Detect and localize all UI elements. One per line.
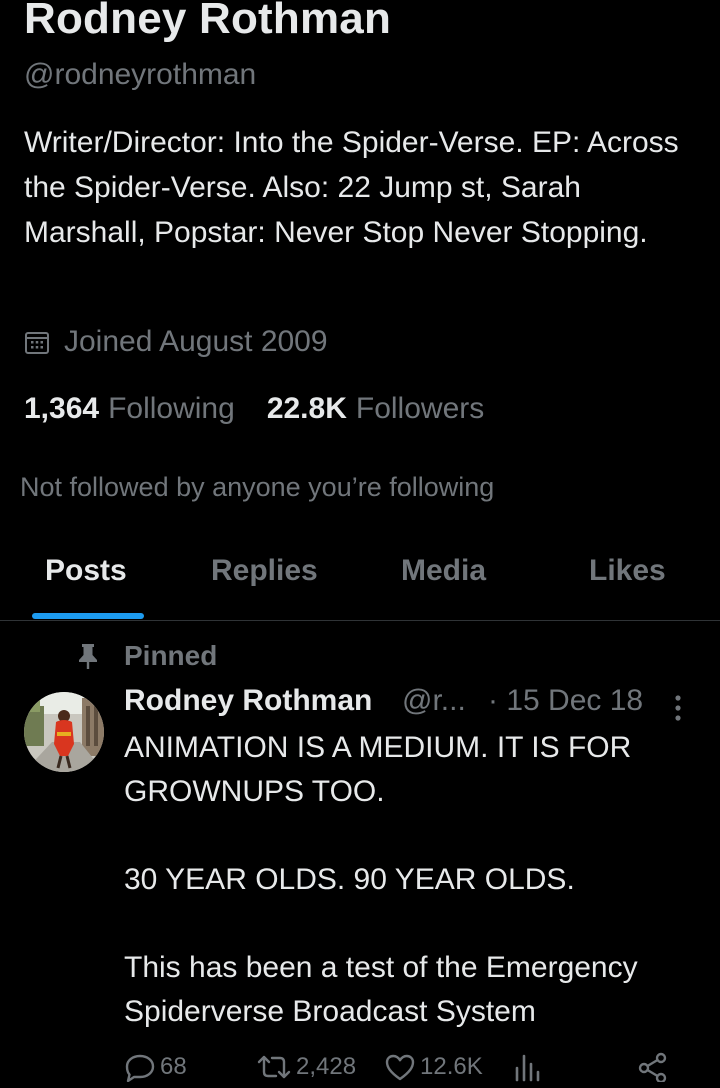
following-count: 1,364 (24, 392, 100, 425)
follow-stats: 1,364 Following 22.8K Followers (24, 388, 484, 430)
like-button[interactable]: 12.6K (384, 1052, 483, 1082)
followers-link[interactable]: 22.8K Followers (267, 392, 484, 426)
not-followed-notice: Not followed by anyone you’re following (20, 472, 495, 502)
heart-icon (385, 1054, 415, 1081)
following-link[interactable]: 1,364 Following (24, 392, 235, 426)
share-icon (638, 1052, 667, 1082)
views-icon (515, 1054, 540, 1082)
joined-date: Joined August 2009 (24, 322, 328, 362)
reply-count: 68 (160, 1053, 187, 1080)
share-button[interactable] (636, 1052, 674, 1082)
pinned-label: Pinned (124, 640, 218, 671)
active-tab-indicator (32, 613, 144, 619)
post-author-name[interactable]: Rodney Rothman (124, 684, 372, 718)
tab-replies[interactable]: Replies (211, 554, 318, 588)
post-actions: 68 2,428 12.6K (124, 1052, 704, 1088)
post-text: ANIMATION IS A MEDIUM. IT IS FOR GROWNUP… (124, 731, 638, 1028)
profile-bio: Writer/Director: Into the Spider-Verse. … (24, 126, 679, 249)
joined-label: Joined August 2009 (64, 325, 328, 358)
tab-media[interactable]: Media (401, 554, 486, 588)
profile-tabs: Posts Replies Media Likes (0, 540, 720, 621)
repost-button[interactable]: 2,428 (256, 1052, 356, 1082)
more-vertical-icon[interactable] (672, 694, 684, 722)
repost-count: 2,428 (296, 1053, 357, 1080)
pin-icon (79, 644, 97, 669)
reply-button[interactable]: 68 (124, 1052, 187, 1082)
followers-count: 22.8K (266, 392, 347, 425)
pinned-indicator: Pinned (76, 636, 217, 676)
post-date[interactable]: · 15 Dec 18 (488, 684, 643, 718)
repost-icon (257, 1055, 291, 1079)
post-author-handle[interactable]: @r... (402, 684, 466, 718)
profile-name: Rodney Rothman (24, 0, 392, 43)
post-header: Rodney Rothman @r... · 15 Dec 18 (124, 684, 704, 728)
reply-icon (125, 1054, 155, 1082)
profile-handle: @rodneyrothman (24, 58, 257, 91)
following-label: Following (108, 392, 235, 425)
views-button[interactable] (512, 1052, 546, 1082)
avatar[interactable] (24, 692, 104, 772)
like-count: 12.6K (420, 1053, 483, 1080)
tab-posts[interactable]: Posts (45, 554, 127, 588)
followers-label: Followers (355, 392, 485, 425)
tab-likes[interactable]: Likes (589, 554, 666, 588)
calendar-icon (25, 332, 49, 354)
